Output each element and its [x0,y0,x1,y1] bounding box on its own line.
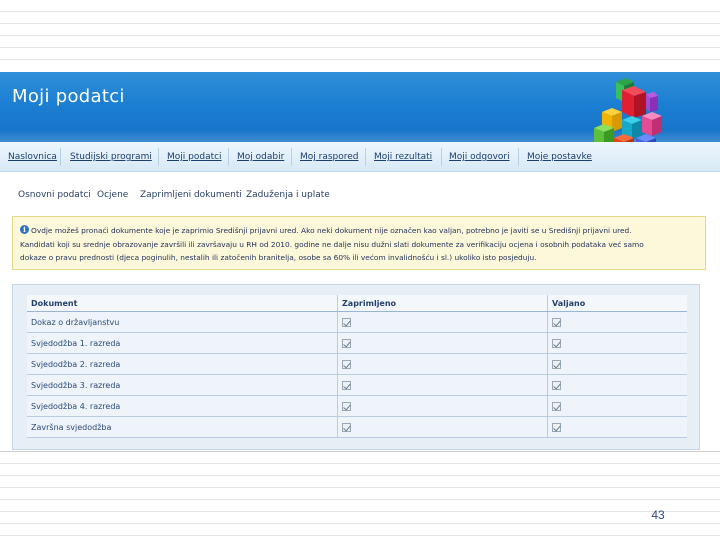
subnav-zaprimljeni-dokumenti[interactable]: Zaprimljeni dokumenti [140,190,242,200]
nav-studijski-programi[interactable]: Studijski programi [70,152,152,162]
nav-separator [441,148,442,166]
info-line: dokaze o pravu prednosti (djeca poginuli… [20,253,537,262]
nav-separator [60,148,61,166]
info-line-text: Ovdje možeš pronaći dokumente koje je za… [31,226,632,235]
slide-page-number: 43 [651,508,665,522]
received-cell [337,333,547,353]
column-header-zaprimljeno: Zaprimljeno [337,295,547,311]
nav-moji-rezultati[interactable]: Moji rezultati [374,152,432,162]
received-cell [337,417,547,437]
checked-checkbox-icon [552,401,561,411]
received-cell [337,396,547,416]
subnav-ocjene[interactable]: Ocjene [97,190,128,200]
nav-moji-podatci[interactable]: Moji podatci [167,152,222,162]
column-header-valjano: Valjano [547,295,687,311]
info-line: Kandidati koji su srednje obrazovanje za… [20,239,644,249]
checked-checkbox-icon [342,317,351,327]
checked-checkbox-icon [342,380,351,390]
table-header-row: Dokument Zaprimljeno Valjano [27,295,687,312]
valid-cell [547,333,687,353]
table-row: Svjedodžba 3. razreda [27,375,687,396]
nav-naslovnica[interactable]: Naslovnica [8,152,57,162]
document-name: Svjedodžba 2. razreda [31,359,121,369]
nav-moj-odabir[interactable]: Moj odabir [237,152,284,162]
document-name: Svjedodžba 4. razreda [31,401,121,411]
checked-checkbox-icon [552,317,561,327]
main-navigation: Naslovnica Studijski programi Moji podat… [0,142,720,172]
checked-checkbox-icon [552,338,561,348]
subnav-osnovni-podatci[interactable]: Osnovni podatci [18,190,91,200]
checked-checkbox-icon [342,422,351,432]
subnav-zaduzenja-i-uplate[interactable]: Zaduženja i uplate [246,190,330,200]
nav-separator [518,148,519,166]
document-name: Dokaz o državljanstvu [31,317,120,327]
table-row: Dokaz o državljanstvu [27,312,687,333]
received-cell [337,375,547,395]
slide-background-top [0,0,720,68]
nav-moje-postavke[interactable]: Moje postavke [527,152,592,162]
checked-checkbox-icon [342,338,351,348]
checked-checkbox-icon [342,401,351,411]
checked-checkbox-icon [552,380,561,390]
nav-moj-raspored[interactable]: Moj raspored [300,152,359,162]
info-notice: i Ovdje možeš pronaći dokumente koje je … [12,216,706,270]
nav-separator [365,148,366,166]
valid-cell [547,375,687,395]
table-row: Završna svjedodžba [27,417,687,438]
nav-separator [158,148,159,166]
valid-cell [547,354,687,374]
valid-cell [547,312,687,332]
page-title: Moji podatci [12,86,125,107]
document-name: Završna svjedodžba [31,422,112,432]
table-row: Svjedodžba 4. razreda [27,396,687,417]
document-name: Svjedodžba 1. razreda [31,338,121,348]
nav-moji-odgovori[interactable]: Moji odgovori [449,152,510,162]
received-cell [337,354,547,374]
table-row: Svjedodžba 2. razreda [27,354,687,375]
info-line: Ovdje možeš pronaći dokumente koje je za… [20,224,702,238]
info-text: Ovdje možeš pronaći dokumente koje je za… [20,224,702,265]
documents-panel: Dokument Zaprimljeno Valjano Dokaz o drž… [12,284,700,450]
table-row: Svjedodžba 1. razreda [27,333,687,354]
slide-background-bottom [0,452,720,540]
checked-checkbox-icon [552,359,561,369]
document-name: Svjedodžba 3. razreda [31,380,121,390]
nav-separator [228,148,229,166]
documents-table: Dokument Zaprimljeno Valjano Dokaz o drž… [27,295,687,438]
checked-checkbox-icon [552,422,561,432]
valid-cell [547,396,687,416]
screenshot-frame: Moji podatci Naslovnica Studijski progra… [0,72,720,452]
column-header-dokument: Dokument [31,298,78,308]
checked-checkbox-icon [342,359,351,369]
valid-cell [547,417,687,437]
received-cell [337,312,547,332]
nav-separator [291,148,292,166]
